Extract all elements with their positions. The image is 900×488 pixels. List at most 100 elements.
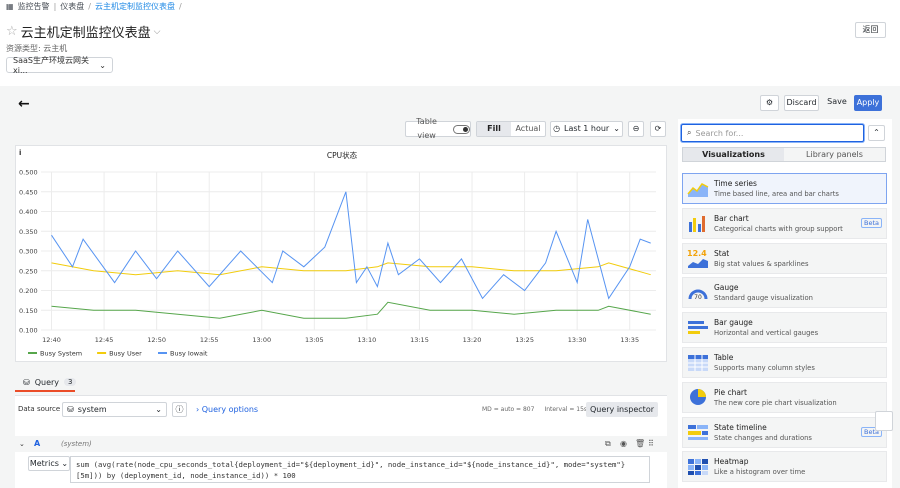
viz-item-bar-gauge[interactable]: Bar gauge Horizontal and vertical gauges: [682, 312, 887, 344]
discard-button[interactable]: Discard: [784, 95, 819, 111]
refresh-icon[interactable]: ⟳: [650, 121, 666, 137]
viz-item-stat[interactable]: 12.4 Stat Big stat values & sparklines: [682, 242, 887, 274]
viz-search-input[interactable]: ⌕ Search for...: [681, 124, 864, 142]
breadcrumb-item[interactable]: 监控告警: [18, 1, 50, 12]
bar-gauge-icon: [687, 317, 709, 339]
apply-button[interactable]: Apply: [854, 95, 882, 111]
viz-item-text: Table Supports many column styles: [714, 353, 882, 372]
series-line-busy-iowait: [51, 191, 651, 300]
breadcrumb-separator: |: [53, 2, 57, 11]
query-row-header[interactable]: ⌄ A (system) ⧉ ◉ 🗑 ⠿: [15, 436, 667, 452]
viz-item-state-timeline[interactable]: State timeline State changes and duration…: [682, 416, 887, 448]
metrics-browser-button[interactable]: Metrics ⌄: [28, 456, 70, 471]
x-tick-label: 13:25: [515, 336, 534, 344]
bar-chart-icon: [687, 212, 709, 234]
query-options-toggle[interactable]: › Query options: [196, 405, 258, 414]
x-tick-label: 13:10: [358, 336, 377, 344]
resource-type-label: 资源类型: 云主机: [6, 44, 68, 53]
viz-item-text: Bar chart Categorical charts with group s…: [714, 214, 856, 233]
chevron-down-icon: ⌄: [155, 405, 162, 414]
breadcrumb-item[interactable]: 仪表盘: [60, 1, 84, 12]
actual-option[interactable]: Actual: [511, 122, 545, 136]
page-header: [0, 0, 900, 86]
chart-panel: i CPU状态 0.500 0.450 0.400 0.350 0.300 0.250 0.20…: [15, 145, 667, 362]
x-tick-label: 12:40: [42, 336, 61, 344]
viz-item-bar-chart[interactable]: Bar chart Categorical charts with group s…: [682, 207, 887, 239]
query-expression-input[interactable]: sum (avg(rate(node_cpu_seconds_total{dep…: [70, 456, 650, 483]
y-tick-label: 0.450: [19, 188, 38, 196]
table-icon: [687, 352, 709, 374]
save-button[interactable]: Save: [825, 95, 849, 111]
viz-item-name: Time series: [714, 179, 757, 188]
query-expression-line: sum (avg(rate(node_cpu_seconds_total{dep…: [76, 460, 626, 469]
viz-item-heatmap[interactable]: Heatmap Like a histogram over time: [682, 451, 887, 483]
viz-item-text: Pie chart The new core pie chart visualiz…: [714, 388, 882, 407]
breadcrumb-item-current[interactable]: 云主机定制监控仪表盘: [95, 1, 175, 12]
series-line-busy-user: [51, 262, 651, 276]
query-inspector-button[interactable]: Query inspector: [586, 402, 658, 417]
back-button[interactable]: 返回: [855, 22, 886, 38]
tab-visualizations[interactable]: Visualizations: [683, 148, 784, 161]
y-tick-label: 0.200: [19, 287, 38, 295]
drag-handle-icon[interactable]: ⠿: [648, 439, 654, 448]
tab-query[interactable]: ⛁ Query 3: [15, 374, 77, 392]
x-tick-label: 13:30: [568, 336, 587, 344]
viz-item-name: Stat: [714, 248, 730, 258]
viz-item-time-series[interactable]: Time series Time based line, area and bar…: [682, 173, 887, 204]
viz-item-description: The new core pie chart visualization: [714, 398, 837, 407]
legend-item: Busy System: [40, 350, 82, 358]
query-expression-line: [5m])) by (deployment_id, node_instance_…: [76, 471, 296, 480]
viz-item-description: Horizontal and vertical gauges: [714, 329, 819, 338]
chevron-down-icon[interactable]: ⌵: [154, 27, 161, 37]
gauge-icon: 70: [687, 282, 709, 304]
viz-item-table[interactable]: Table Supports many column styles: [682, 347, 887, 378]
table-view-label: Table view: [416, 117, 437, 140]
state-timeline-icon: [687, 421, 709, 443]
fill-option[interactable]: Fill: [477, 122, 511, 136]
viz-item-description: Standard gauge visualization: [714, 294, 813, 303]
info-icon[interactable]: ⓘ: [172, 402, 187, 417]
y-tick-label: 0.100: [19, 327, 38, 335]
viz-item-description: Supports many column styles: [714, 364, 815, 372]
arrow-left-icon[interactable]: ←: [18, 96, 30, 112]
toggle-switch[interactable]: [453, 124, 470, 134]
viz-item-gauge[interactable]: 70 Gauge Standard gauge visualization: [682, 277, 887, 309]
eye-icon[interactable]: ◉: [620, 439, 627, 448]
x-tick-label: 12:55: [200, 336, 219, 344]
viz-item-pie-chart[interactable]: Pie chart The new core pie chart visualiz…: [682, 381, 887, 413]
x-tick-label: 13:05: [305, 336, 324, 344]
trash-icon[interactable]: 🗑: [635, 439, 645, 448]
zoom-out-icon[interactable]: ⊖: [628, 121, 644, 137]
chevron-down-icon[interactable]: ⌄: [19, 440, 25, 448]
chevron-down-icon: ⌄: [613, 124, 620, 133]
query-ref-id[interactable]: A: [34, 439, 40, 448]
datasource-label: Data source: [18, 405, 61, 413]
chevron-up-icon[interactable]: ⌃: [868, 125, 885, 141]
table-view-toggle[interactable]: Table view: [405, 117, 471, 140]
tab-library-panels[interactable]: Library panels: [784, 148, 885, 161]
query-count-badge: 3: [64, 378, 77, 386]
datasource-select[interactable]: ⛁ system ⌄: [62, 402, 167, 417]
environment-select[interactable]: SaaS生产环境云网关xi... ⌄: [6, 56, 113, 75]
page-title-text: 云主机定制监控仪表盘: [20, 26, 151, 41]
copy-icon[interactable]: ⧉: [605, 439, 611, 449]
star-icon[interactable]: ☆: [6, 24, 18, 39]
viz-item-name: State timeline: [714, 422, 767, 432]
legend-item: Busy User: [109, 350, 142, 358]
pie-chart-icon: [687, 386, 709, 408]
x-tick-label: 13:15: [410, 336, 429, 344]
viz-item-name: Heatmap: [714, 457, 749, 467]
svg-text:70: 70: [694, 294, 702, 301]
legend-item: Busy Iowait: [170, 350, 208, 358]
time-range-picker[interactable]: ◷ Last 1 hour ⌄: [550, 121, 623, 137]
panel-info-icon: i: [19, 149, 21, 157]
chart-title: CPU状态: [327, 150, 358, 160]
time-series-icon: [687, 178, 709, 200]
help-float-button[interactable]: [875, 411, 893, 431]
y-tick-label: 0.300: [19, 248, 38, 256]
breadcrumb-separator: /: [88, 2, 91, 11]
y-tick-label: 0.400: [19, 208, 38, 216]
gear-icon[interactable]: ⚙: [760, 95, 779, 111]
x-tick-label: 12:50: [147, 336, 166, 344]
time-range-label: Last 1 hour: [564, 124, 610, 133]
